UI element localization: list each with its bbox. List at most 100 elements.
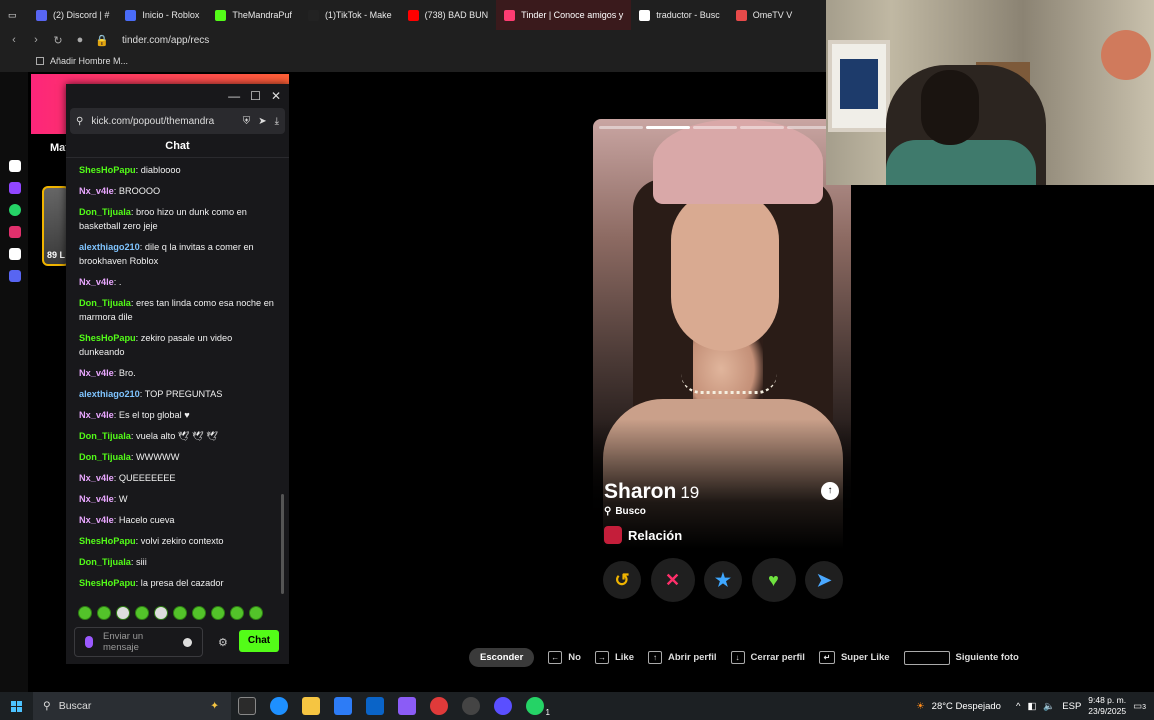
browser-tab[interactable]: TheMandraPuf <box>207 0 300 30</box>
browser-tab[interactable]: (1)TikTok - Make <box>300 0 400 30</box>
photo-indicator[interactable] <box>740 126 784 129</box>
chat-username[interactable]: Nx_v4le <box>79 186 114 196</box>
chat-username[interactable]: alexthiago210 <box>79 389 140 399</box>
task-view-icon[interactable] <box>238 697 256 715</box>
chat-settings-icon[interactable]: ⚙ <box>218 636 228 649</box>
tray-chevron-icon[interactable]: ^ <box>1016 701 1020 712</box>
chat-username[interactable]: Don_Tijuala <box>79 557 131 567</box>
discord-icon[interactable] <box>9 270 21 282</box>
browser-tab[interactable]: traductor - Busc <box>631 0 728 30</box>
emote-icon[interactable] <box>249 606 263 620</box>
nope-button[interactable]: ✕ <box>650 558 695 602</box>
chat-username[interactable]: Don_Tijuala <box>79 431 131 441</box>
edge-icon[interactable] <box>270 697 288 715</box>
tab-overview-icon[interactable]: ▭ <box>0 0 28 30</box>
whatsapp-taskbar-icon[interactable]: 1 <box>526 697 550 717</box>
url-text[interactable]: tinder.com/app/recs <box>122 35 209 46</box>
emoji-icon[interactable] <box>183 638 192 647</box>
app-icon[interactable] <box>462 697 480 715</box>
tab-label: TheMandraPuf <box>232 10 292 20</box>
chat-username[interactable]: Don_Tijuala <box>79 207 131 217</box>
chat-message-text: : W <box>113 494 128 504</box>
browser-tab[interactable]: OmeTV V <box>728 0 801 30</box>
boost-button[interactable]: ➤ <box>805 561 843 599</box>
emote-icon[interactable] <box>211 606 225 620</box>
file-explorer-icon[interactable] <box>302 697 320 715</box>
profile-card[interactable]: Sharon 19 ↑ ⚲ Busco Relación ↺ ✕ ★ ♥ ➤ <box>593 119 851 604</box>
obs-icon[interactable] <box>494 697 512 715</box>
photo-indicator[interactable] <box>693 126 737 129</box>
emote-icon[interactable] <box>78 606 92 620</box>
chat-username[interactable]: ShesHoPapu <box>79 165 136 175</box>
chat-username[interactable]: Nx_v4le <box>79 277 114 287</box>
hide-hints-button[interactable]: Esconder <box>469 648 535 667</box>
close-icon[interactable]: ✕ <box>271 89 281 103</box>
twitch-icon[interactable] <box>9 182 21 194</box>
chat-message-text: : . <box>113 277 122 287</box>
instagram-icon[interactable] <box>9 226 21 238</box>
like-button[interactable]: ♥ <box>751 558 796 602</box>
outlook-icon[interactable] <box>366 697 384 715</box>
chat-send-button[interactable]: Chat <box>239 630 279 652</box>
chat-username[interactable]: ShesHoPapu <box>79 536 136 546</box>
browser-tab[interactable]: (738) BAD BUN <box>400 0 497 30</box>
weather-icon[interactable]: ☀ <box>916 701 925 712</box>
browser-tab[interactable]: (2) Discord | # <box>28 0 117 30</box>
weather-text[interactable]: 28°C Despejado <box>932 701 1001 712</box>
photo-indicator[interactable] <box>599 126 643 129</box>
browser-tab[interactable]: Tinder | Conoce amigos y <box>496 0 632 30</box>
clock-date: 23/9/2025 <box>1088 706 1127 716</box>
maximize-icon[interactable]: ☐ <box>250 89 261 103</box>
chat-username[interactable]: ShesHoPapu <box>79 578 136 588</box>
rewind-button[interactable]: ↺ <box>603 561 641 599</box>
back-icon[interactable]: ‹ <box>6 34 22 46</box>
taskbar-search[interactable]: ⚲ Buscar ✦ <box>33 692 231 720</box>
lang-indicator[interactable]: ESP <box>1062 701 1081 712</box>
clock[interactable]: 9:48 p. m. 23/9/2025 <box>1088 695 1126 717</box>
open-profile-icon[interactable]: ↑ <box>821 482 839 500</box>
photo-face <box>671 191 779 351</box>
tinder-icon[interactable] <box>9 160 21 172</box>
store-icon[interactable] <box>334 697 352 715</box>
network-icon[interactable]: ◧ <box>1027 701 1036 712</box>
whatsapp-icon[interactable] <box>9 204 21 216</box>
chat-username[interactable]: Nx_v4le <box>79 368 114 378</box>
send-icon[interactable]: ➤ <box>258 116 266 127</box>
emote-icon[interactable] <box>230 606 244 620</box>
microphone-icon[interactable] <box>85 636 93 648</box>
chat-scrollbar[interactable] <box>281 494 284 594</box>
copilot-icon[interactable] <box>398 697 416 715</box>
chat-username[interactable]: Nx_v4le <box>79 410 114 420</box>
chat-username[interactable]: Nx_v4le <box>79 515 114 525</box>
bookmark-item[interactable]: Añadir Hombre M... <box>50 56 128 66</box>
chat-username[interactable]: Nx_v4le <box>79 494 114 504</box>
forward-icon[interactable]: › <box>28 34 44 46</box>
volume-icon[interactable]: 🔈 <box>1043 701 1055 712</box>
minimize-icon[interactable]: — <box>228 89 240 103</box>
system-tray: ☀ 28°C Despejado ^ ◧ 🔈 ESP 9:48 p. m. 23… <box>916 692 1154 720</box>
chat-username[interactable]: Nx_v4le <box>79 473 114 483</box>
chat-username[interactable]: Don_Tijuala <box>79 298 131 308</box>
site-info-icon[interactable]: ⚲ <box>76 116 83 127</box>
emote-icon[interactable] <box>154 606 168 620</box>
download-icon[interactable]: ⤓ <box>275 116 279 127</box>
shield-icon[interactable]: ⛨ <box>243 116 251 127</box>
super-like-button[interactable]: ★ <box>704 561 742 599</box>
chat-username[interactable]: alexthiago210 <box>79 242 140 252</box>
chat-username[interactable]: Don_Tijuala <box>79 452 131 462</box>
emote-icon[interactable] <box>192 606 206 620</box>
start-button[interactable] <box>0 692 33 720</box>
emote-icon[interactable] <box>97 606 111 620</box>
emote-icon[interactable] <box>173 606 187 620</box>
notifications-icon[interactable]: ▭3 <box>1133 701 1146 712</box>
emote-icon[interactable] <box>116 606 130 620</box>
x-icon[interactable] <box>9 248 21 260</box>
chat-username[interactable]: ShesHoPapu <box>79 333 136 343</box>
chat-input[interactable]: Enviar un mensaje <box>74 627 203 657</box>
photo-indicator[interactable] <box>787 126 831 129</box>
reload-icon[interactable]: ↻ <box>50 34 66 47</box>
browser-tab[interactable]: Inicio - Roblox <box>117 0 207 30</box>
emote-icon[interactable] <box>135 606 149 620</box>
opera-icon[interactable] <box>430 697 448 715</box>
photo-indicator[interactable] <box>646 126 690 129</box>
